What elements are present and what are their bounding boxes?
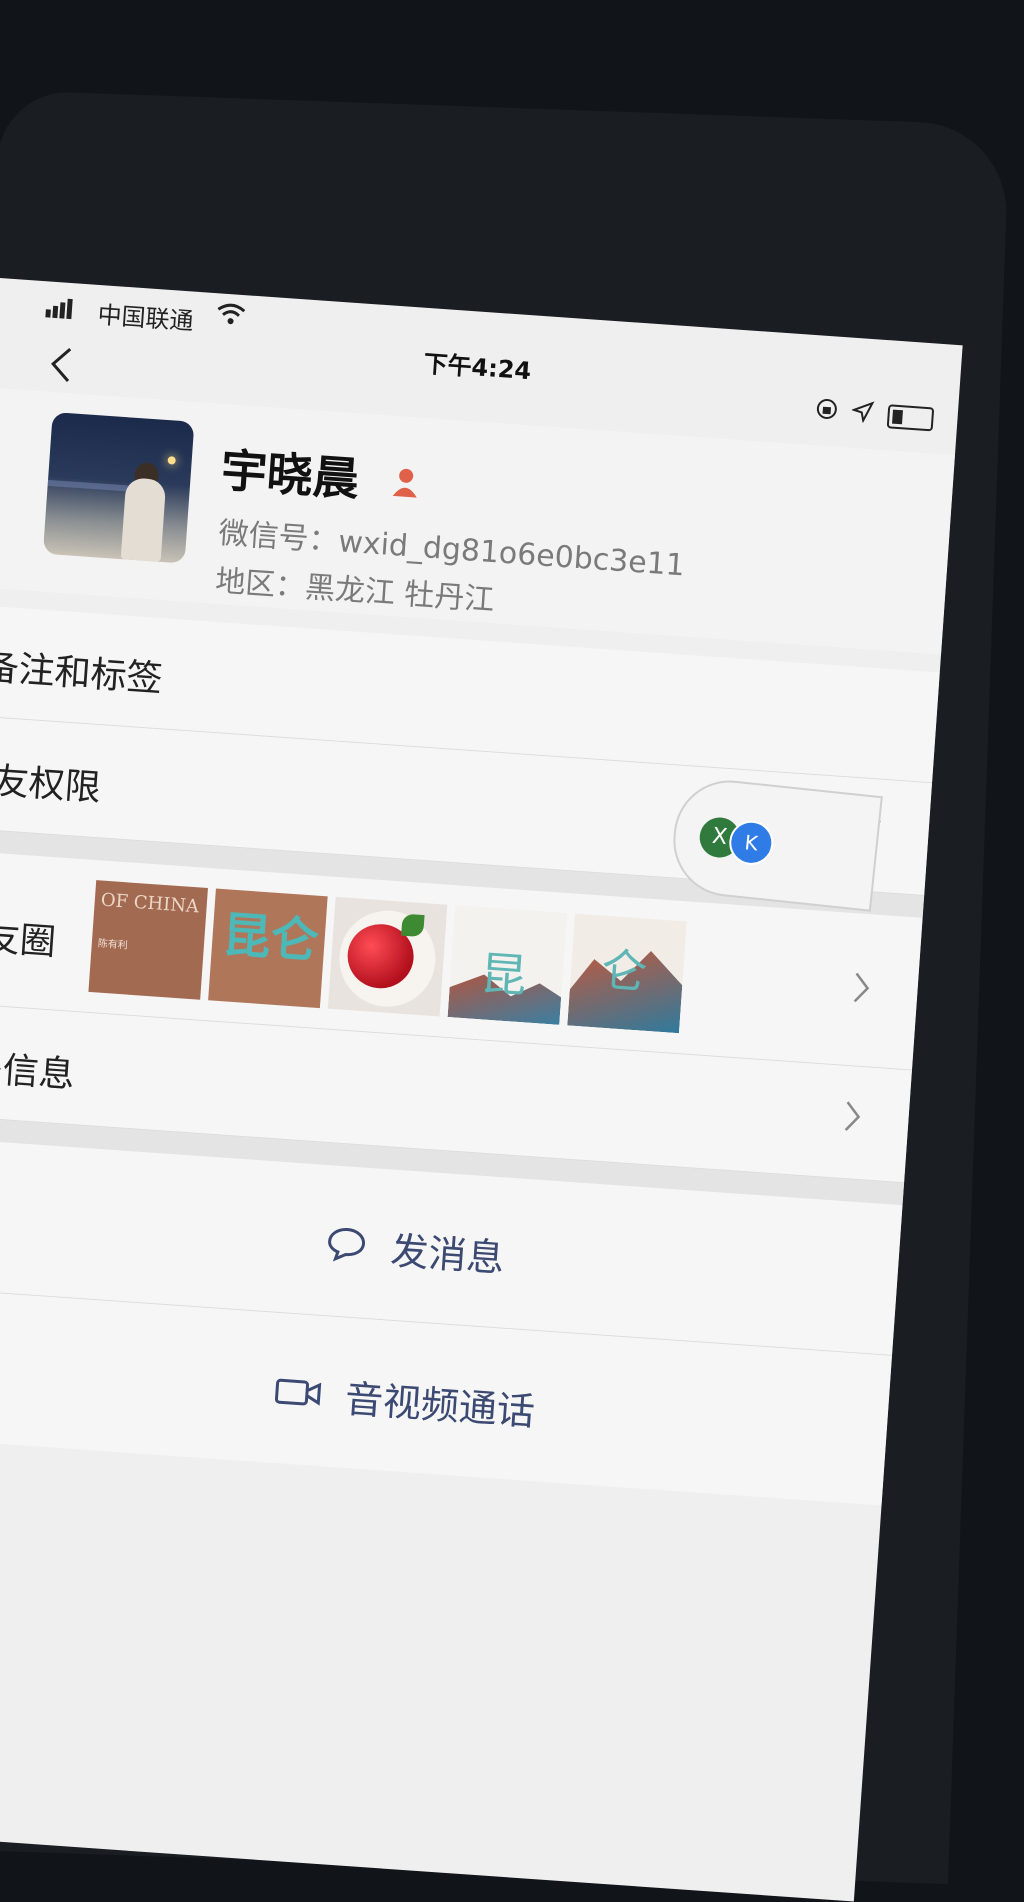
chevron-right-icon (843, 1100, 861, 1137)
moments-thumbnail: 仑 (567, 913, 687, 1034)
back-arrow-icon[interactable] (47, 344, 74, 390)
moments-thumbnail: 昆 (447, 905, 568, 1025)
female-gender-icon (387, 464, 424, 504)
battery-icon (886, 404, 935, 432)
profile-header: 宇晓晨 微信号：wxid_dg81o6e0bc3e11 地区：黑龙江 牡丹江 (0, 387, 955, 655)
send-message-label: 发消息 (389, 1228, 506, 1281)
contact-name: 宇晓晨 (219, 442, 361, 507)
phone-screen: 中国联通 下午4:24 ••• 宇晓晨 微信号：wxid_dg81o6e0bc3… (0, 278, 963, 1902)
moments-label: 朋友圈 (0, 915, 58, 964)
moments-thumbnails: OF CHINA 陈有利 昆仑 昆 仑 (88, 880, 687, 1034)
friend-permissions-label: 朋友权限 (0, 758, 103, 810)
chat-bubble-icon (328, 1227, 366, 1262)
moments-thumbnail (327, 896, 448, 1017)
moments-thumbnail: 昆仑 (208, 888, 328, 1009)
location-icon (850, 400, 875, 427)
wifi-icon (215, 301, 247, 331)
avatar[interactable] (42, 412, 195, 564)
remark-tags-label: 备注和标签 (0, 646, 164, 701)
chevron-right-icon (852, 971, 870, 1008)
orientation-lock-icon (815, 397, 839, 424)
video-camera-icon (275, 1378, 322, 1406)
av-call-label: 音视频通话 (343, 1376, 537, 1435)
moments-thumbnail: OF CHINA 陈有利 (88, 880, 208, 1000)
more-info-label: 更多信息 (0, 1045, 76, 1097)
signal-icon (45, 297, 74, 320)
